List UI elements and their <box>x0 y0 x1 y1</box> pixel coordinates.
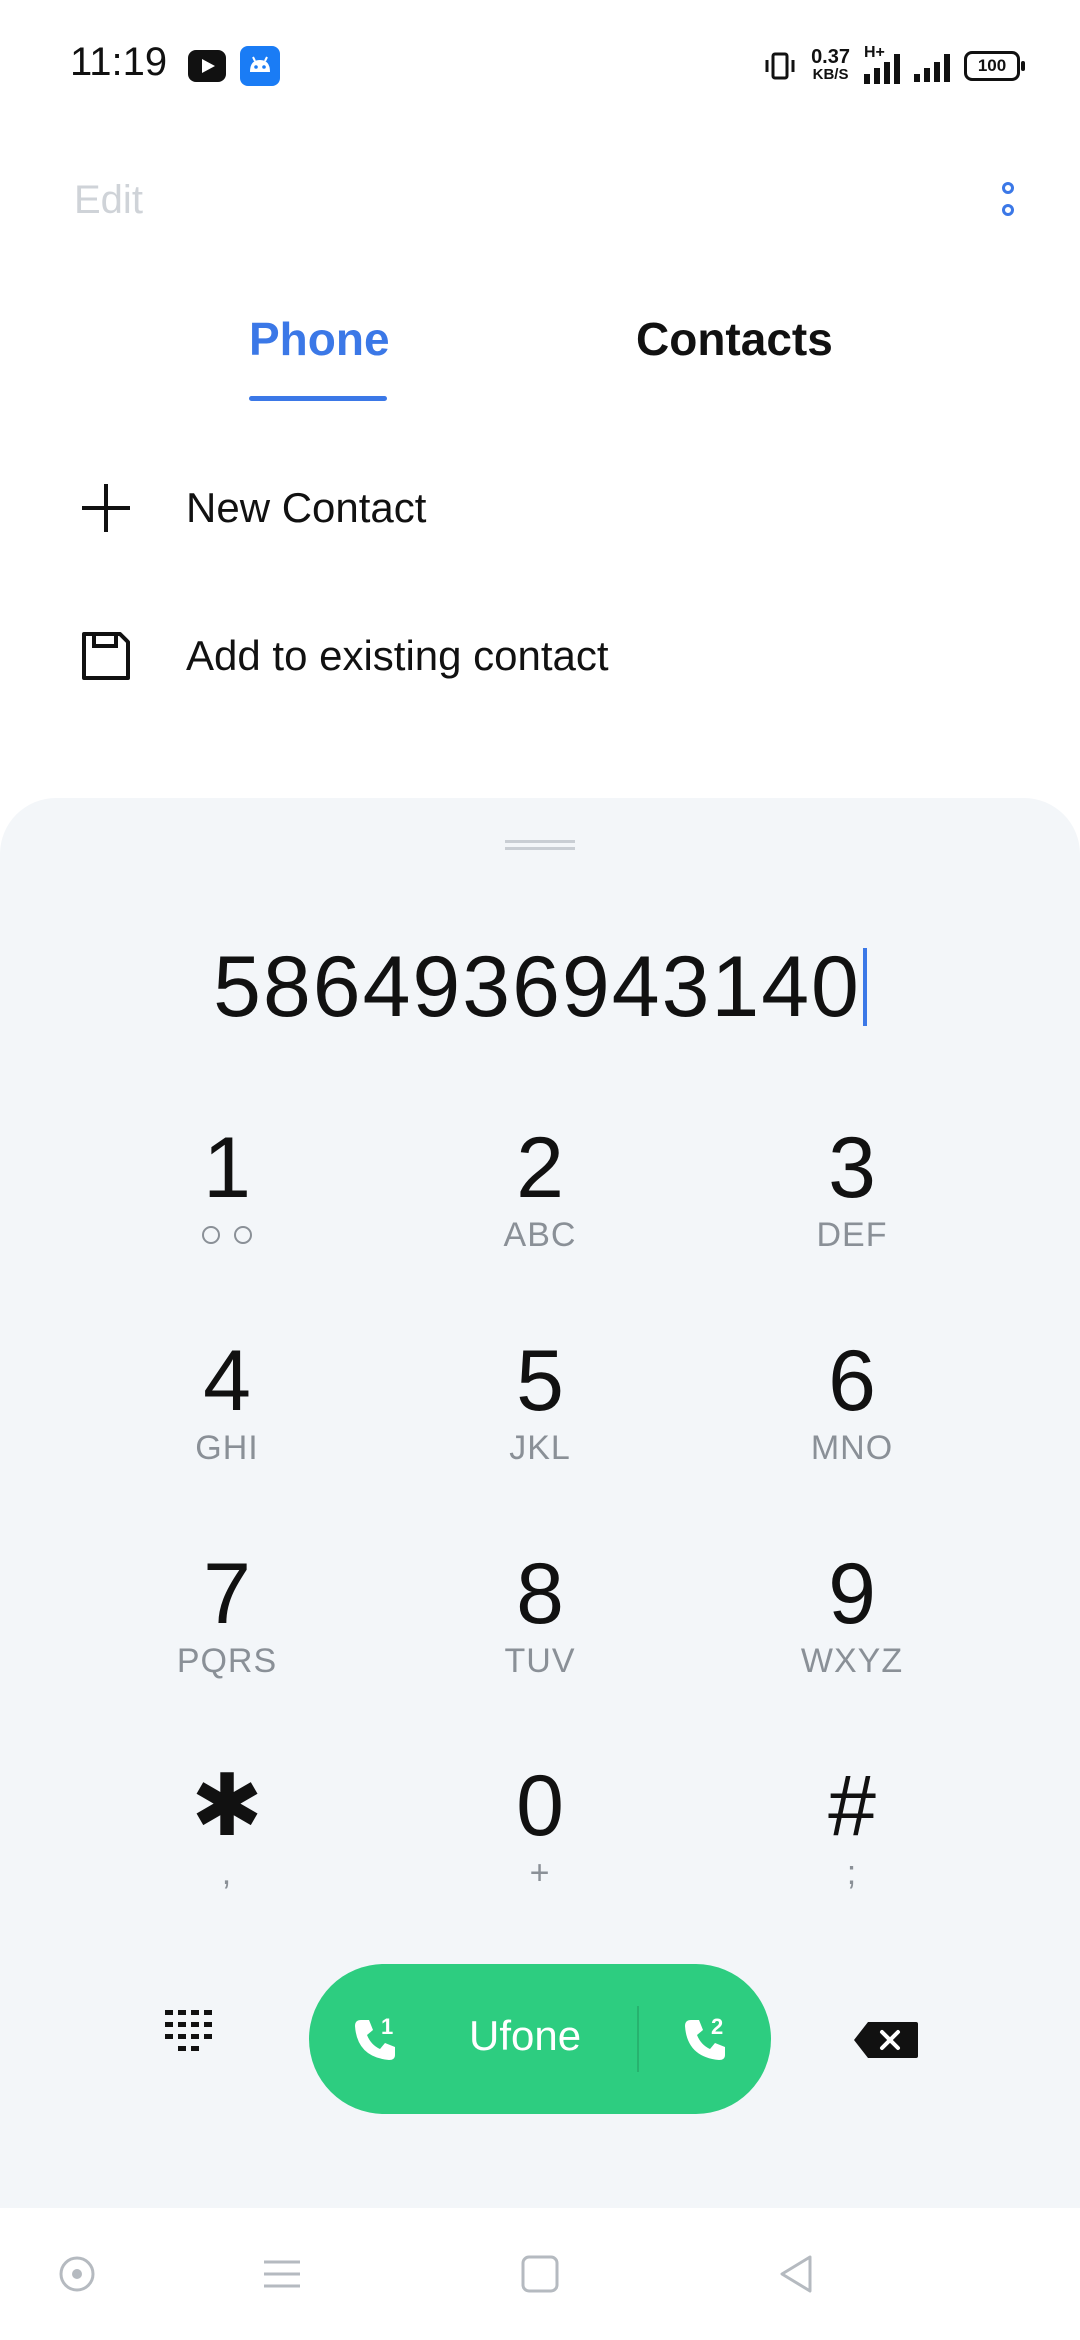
status-time: 11:19 <box>70 40 168 84</box>
tab-contacts[interactable]: Contacts <box>636 312 833 366</box>
key-digit: # <box>828 1758 876 1854</box>
vibrate-icon <box>765 52 795 80</box>
call-button[interactable]: 1 Ufone 2 <box>309 1964 771 2114</box>
key-digit: 1 <box>203 1120 251 1216</box>
active-tab-indicator <box>249 396 387 401</box>
text-cursor <box>862 948 867 1026</box>
add-to-existing-contact-label: Add to existing contact <box>186 632 609 679</box>
key-2[interactable]: 2 ABC <box>430 1120 650 1270</box>
key-digit: 6 <box>828 1333 876 1429</box>
edit-button[interactable]: Edit <box>74 178 143 223</box>
android-icon <box>240 46 280 86</box>
key-digit: ✱ <box>190 1758 264 1854</box>
backspace-icon[interactable] <box>852 2020 920 2060</box>
dialed-number[interactable]: 5864936943140 <box>0 938 1080 1037</box>
key-letters: JKL <box>509 1429 571 1467</box>
key-letters: TUV <box>504 1642 576 1680</box>
battery-icon: 100 <box>964 51 1025 81</box>
key-digit: 2 <box>516 1120 564 1216</box>
key-7[interactable]: 7 PQRS <box>117 1546 337 1696</box>
sim2-label: 2 <box>711 2014 724 2039</box>
key-letters: GHI <box>195 1429 259 1467</box>
key-letters: ABC <box>503 1216 577 1254</box>
key-3[interactable]: 3 DEF <box>742 1120 962 1270</box>
key-digit: 9 <box>828 1546 876 1642</box>
add-to-existing-contact-item[interactable]: Add to existing contact <box>0 600 1080 710</box>
key-digit: 3 <box>828 1120 876 1216</box>
status-icons: 0.37 KB/S H+ 100 <box>763 44 1025 88</box>
key-letters: , <box>221 1854 233 1892</box>
sim1-label: 1 <box>381 2014 394 2039</box>
key-letters: + <box>529 1854 551 1892</box>
key-1[interactable]: 1 <box>117 1120 337 1270</box>
key-5[interactable]: 5 JKL <box>430 1333 650 1483</box>
key-letters: WXYZ <box>800 1642 904 1680</box>
drag-handle[interactable] <box>505 840 575 850</box>
call-divider <box>637 2006 639 2072</box>
youtube-icon <box>188 50 226 82</box>
key-digit: 8 <box>516 1546 564 1642</box>
key-digit: 5 <box>516 1333 564 1429</box>
tab-bar: Phone Contacts <box>0 300 1080 410</box>
key-9[interactable]: 9 WXYZ <box>742 1546 962 1696</box>
key-letters: DEF <box>816 1216 888 1254</box>
status-bar: 11:19 0.37 KB/S H+ 100 <box>0 0 1080 130</box>
new-contact-item[interactable]: New Contact <box>0 452 1080 562</box>
key-6[interactable]: 6 MNO <box>742 1333 962 1483</box>
key-letters: PQRS <box>176 1642 278 1680</box>
network-speed: 0.37 KB/S <box>811 46 850 83</box>
dialed-number-text: 5864936943140 <box>213 939 861 1035</box>
key-digit: 4 <box>203 1333 251 1429</box>
back-nav-icon[interactable] <box>776 2254 816 2294</box>
key-8[interactable]: 8 TUV <box>430 1546 650 1696</box>
key-0[interactable]: 0 + <box>430 1758 650 1908</box>
home-nav-icon[interactable] <box>520 2254 560 2294</box>
key-digit: 7 <box>203 1546 251 1642</box>
assistant-nav-icon[interactable] <box>57 2254 97 2294</box>
save-icon <box>82 632 130 680</box>
new-contact-label: New Contact <box>186 484 427 531</box>
key-letters: ; <box>846 1854 858 1892</box>
call-sim1-button[interactable]: 1 <box>349 2014 409 2068</box>
tab-phone[interactable]: Phone <box>249 312 390 366</box>
menu-nav-icon[interactable] <box>262 2254 302 2294</box>
more-vertical-icon[interactable] <box>990 176 1030 222</box>
key-letters: MNO <box>810 1429 894 1467</box>
carrier-label: Ufone <box>469 2012 582 2059</box>
signal-icon <box>914 50 950 82</box>
dialpad-toggle-icon[interactable] <box>165 2010 219 2060</box>
key-hash[interactable]: #; <box>742 1758 962 1908</box>
voicemail-icon <box>117 1216 337 1254</box>
signal-h-plus-icon: H+ <box>864 44 900 84</box>
key-digit: 0 <box>516 1758 564 1854</box>
key-star[interactable]: ✱, <box>117 1758 337 1908</box>
call-sim2-button[interactable]: 2 <box>679 2014 739 2068</box>
key-4[interactable]: 4 GHI <box>117 1333 337 1483</box>
navigation-bar <box>0 2208 1080 2340</box>
plus-icon <box>82 484 130 532</box>
